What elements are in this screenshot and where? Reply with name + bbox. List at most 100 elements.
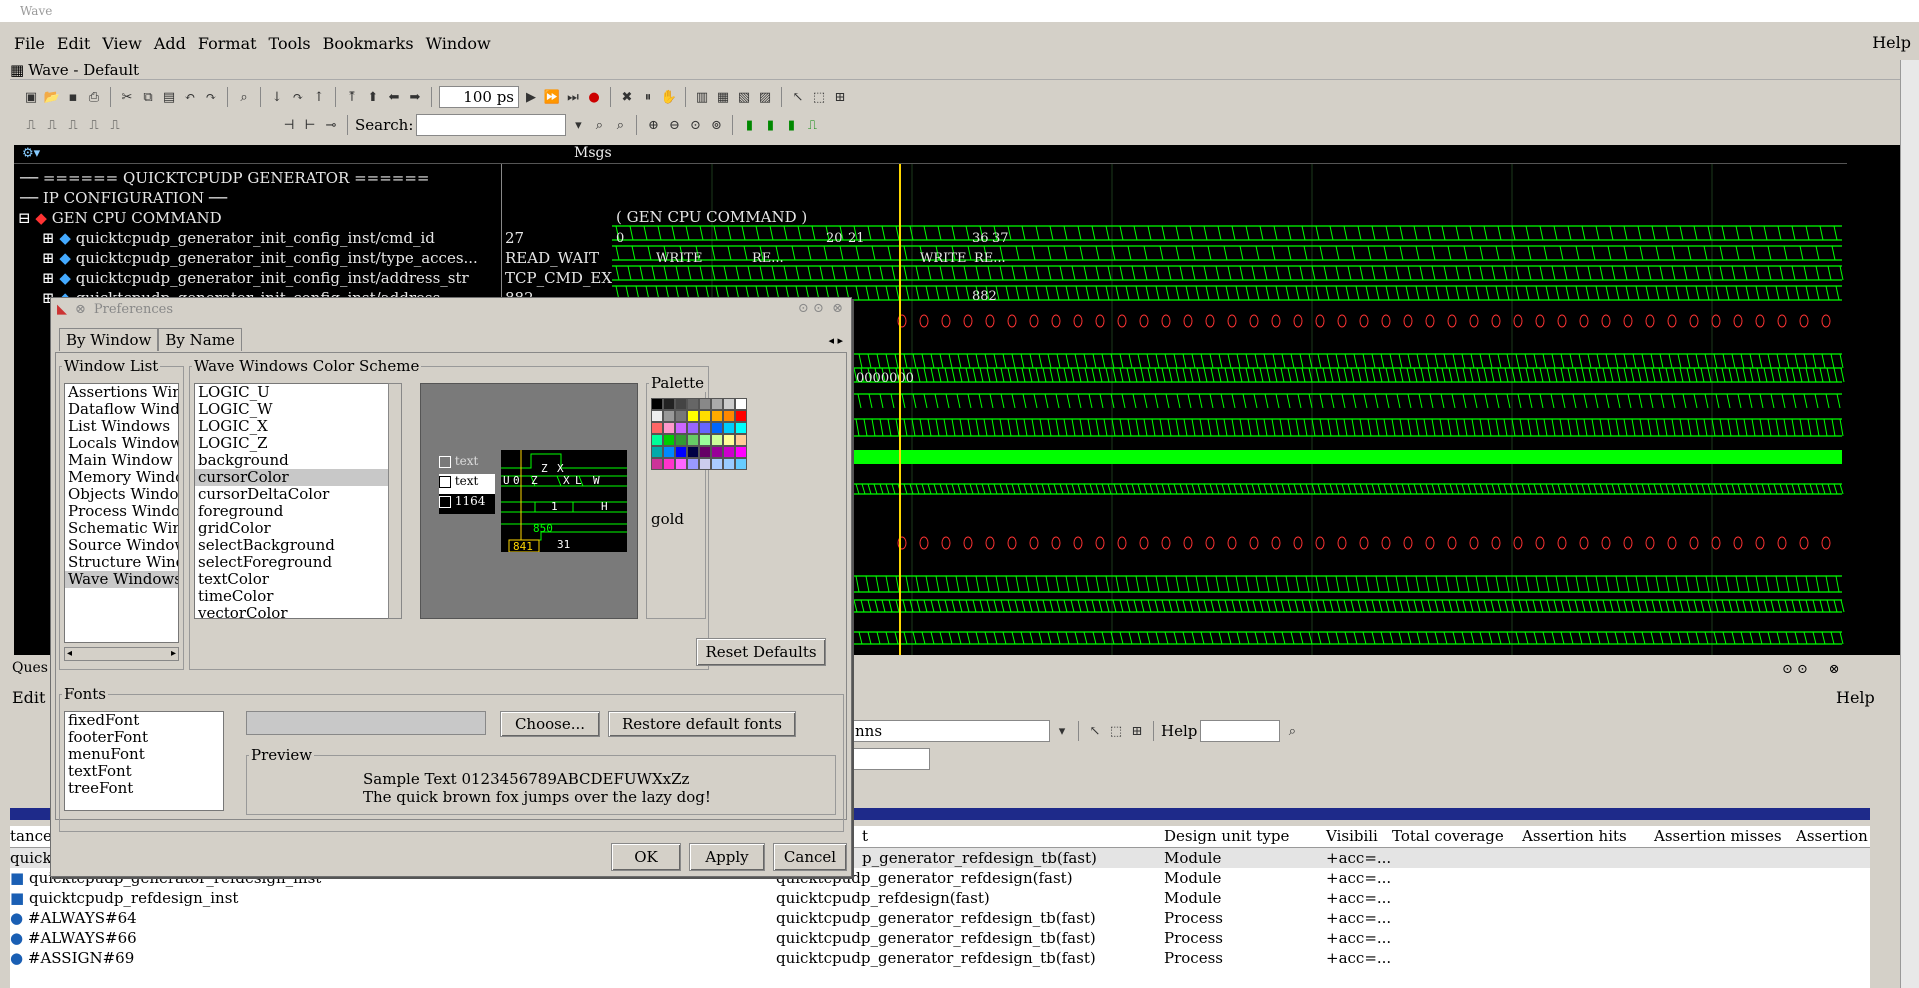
- list-item[interactable]: Objects Window: [65, 486, 178, 503]
- palette-swatch[interactable]: [735, 434, 747, 446]
- col-assertion[interactable]: Assertion: [1796, 826, 1868, 846]
- menu-view[interactable]: View: [102, 34, 142, 53]
- zoom-fit-icon[interactable]: ⊞: [1128, 722, 1146, 740]
- new-icon[interactable]: ▣: [22, 88, 40, 106]
- tab-by-window[interactable]: By Window: [59, 328, 159, 351]
- signal-row[interactable]: ⊞ ◆ quicktcpudp_generator_init_config_in…: [14, 248, 501, 268]
- palette-swatch[interactable]: [699, 410, 711, 422]
- list-item[interactable]: gridColor: [195, 520, 401, 537]
- palette-swatch[interactable]: [723, 422, 735, 434]
- palette-swatch[interactable]: [663, 422, 675, 434]
- zoom-fit-icon[interactable]: ⊞: [831, 88, 849, 106]
- lower-menu-edit[interactable]: Edit: [12, 688, 45, 707]
- palette-swatch[interactable]: [675, 434, 687, 446]
- window-controls[interactable]: ⊙ ⊙ ⊗: [1782, 662, 1839, 677]
- search-next-icon[interactable]: ⌕: [611, 116, 629, 134]
- list-item[interactable]: treeFont: [65, 780, 223, 797]
- list-item[interactable]: LOGIC_U: [195, 384, 401, 401]
- palette-swatch[interactable]: [735, 446, 747, 458]
- chevron-down-icon[interactable]: ▾: [569, 116, 587, 134]
- list-item[interactable]: cursorDeltaColor: [195, 486, 401, 503]
- list-item[interactable]: fixedFont: [65, 712, 223, 729]
- edge-fall-icon[interactable]: ⎍: [43, 116, 61, 134]
- palette-swatch[interactable]: [675, 398, 687, 410]
- palette-swatch[interactable]: [711, 398, 723, 410]
- cancel-button[interactable]: Cancel: [773, 843, 847, 871]
- find-icon[interactable]: ⌕: [235, 88, 253, 106]
- list-item[interactable]: List Windows: [65, 418, 178, 435]
- font-name-field[interactable]: [246, 711, 486, 735]
- list-item[interactable]: LOGIC_W: [195, 401, 401, 418]
- palette-swatch[interactable]: [663, 446, 675, 458]
- list-item[interactable]: Locals Window: [65, 435, 178, 452]
- edge-rise-icon[interactable]: ⎍: [22, 116, 40, 134]
- step-icon[interactable]: ↓: [268, 88, 286, 106]
- palette-swatch[interactable]: [699, 458, 711, 470]
- col-design-unit-type[interactable]: Design unit type: [1164, 826, 1289, 846]
- palette-swatch[interactable]: [651, 458, 663, 470]
- layout4-icon[interactable]: ▨: [756, 88, 774, 106]
- col-total-coverage[interactable]: Total coverage: [1392, 826, 1504, 846]
- apply-button[interactable]: Apply: [689, 843, 765, 871]
- close-dot-icon[interactable]: ⊗: [75, 302, 86, 317]
- run-continue-icon[interactable]: ⏩: [543, 88, 561, 106]
- step-over-icon[interactable]: ↷: [289, 88, 307, 106]
- palette-swatch[interactable]: [735, 410, 747, 422]
- palette-swatch[interactable]: [699, 422, 711, 434]
- palette-swatch[interactable]: [663, 458, 675, 470]
- hand-icon[interactable]: ✋: [660, 88, 678, 106]
- list-item[interactable]: background: [195, 452, 401, 469]
- list-item[interactable]: Structure Window: [65, 554, 178, 571]
- menu-add[interactable]: Add: [154, 34, 186, 53]
- list-item[interactable]: Dataflow Windows: [65, 401, 178, 418]
- tab-scroll-arrows[interactable]: ◂ ▸: [828, 334, 843, 347]
- signal-group-row[interactable]: ⊟ ◆ GEN CPU COMMAND: [14, 208, 501, 228]
- tab-by-name[interactable]: By Name: [158, 328, 242, 351]
- cursor-icon[interactable]: ↖: [789, 88, 807, 106]
- palette-swatch[interactable]: [723, 458, 735, 470]
- insert-cursor-icon[interactable]: ⊣: [280, 116, 298, 134]
- palette-swatch[interactable]: [711, 410, 723, 422]
- menu-format[interactable]: Format: [198, 34, 257, 53]
- zoom-region-icon[interactable]: ⬚: [810, 88, 828, 106]
- list-item[interactable]: vectorColor: [195, 605, 401, 619]
- menu-help[interactable]: Help: [1872, 33, 1911, 52]
- lower-select[interactable]: nns: [850, 720, 1050, 742]
- palette-swatch[interactable]: [687, 434, 699, 446]
- lock-cursor-icon[interactable]: ⊸: [322, 116, 340, 134]
- palette-swatch[interactable]: [699, 398, 711, 410]
- hscrollbar[interactable]: ◂ ▸: [64, 647, 179, 661]
- palette-swatch[interactable]: [687, 422, 699, 434]
- restart-icon[interactable]: ⤒: [343, 88, 361, 106]
- search-input[interactable]: [416, 114, 567, 136]
- paste-icon[interactable]: ▤: [160, 88, 178, 106]
- signal-row-divider[interactable]: ── IP CONFIGURATION ──: [14, 188, 501, 208]
- signal-row-divider[interactable]: ── ====== QUICKTCPUDP GENERATOR ======: [14, 168, 501, 188]
- vscrollbar[interactable]: [388, 383, 402, 619]
- palette-swatch[interactable]: [651, 410, 663, 422]
- palette-swatch[interactable]: [711, 422, 723, 434]
- color-palette-grid[interactable]: [651, 398, 751, 470]
- layout3-icon[interactable]: ▧: [735, 88, 753, 106]
- palette-swatch[interactable]: [711, 458, 723, 470]
- list-item[interactable]: Process Window: [65, 503, 178, 520]
- break-icon[interactable]: ●: [585, 88, 603, 106]
- layout-icon[interactable]: ▥: [693, 88, 711, 106]
- lower-menu-help[interactable]: Help: [1836, 688, 1875, 707]
- cut-icon[interactable]: ✂: [118, 88, 136, 106]
- list-item[interactable]: Main Window: [65, 452, 178, 469]
- zoom-region-icon[interactable]: ⬚: [1107, 722, 1125, 740]
- palette-swatch[interactable]: [699, 434, 711, 446]
- menu-edit[interactable]: Edit: [57, 34, 90, 53]
- reset-defaults-button[interactable]: Reset Defaults: [696, 638, 826, 666]
- list-item[interactable]: Source Windows: [65, 537, 178, 554]
- signal-row[interactable]: ⊞ ◆ quicktcpudp_generator_init_config_in…: [14, 228, 501, 248]
- menu-file[interactable]: File: [14, 34, 45, 53]
- pause-icon[interactable]: ⏸: [639, 88, 657, 106]
- zoom-in-icon[interactable]: ⊕: [644, 116, 662, 134]
- col-assertion-hits[interactable]: Assertion hits: [1522, 826, 1627, 846]
- choose-font-button[interactable]: Choose...: [500, 711, 600, 737]
- redo-icon[interactable]: ↷: [202, 88, 220, 106]
- palette-swatch[interactable]: [711, 446, 723, 458]
- palette-swatch[interactable]: [735, 422, 747, 434]
